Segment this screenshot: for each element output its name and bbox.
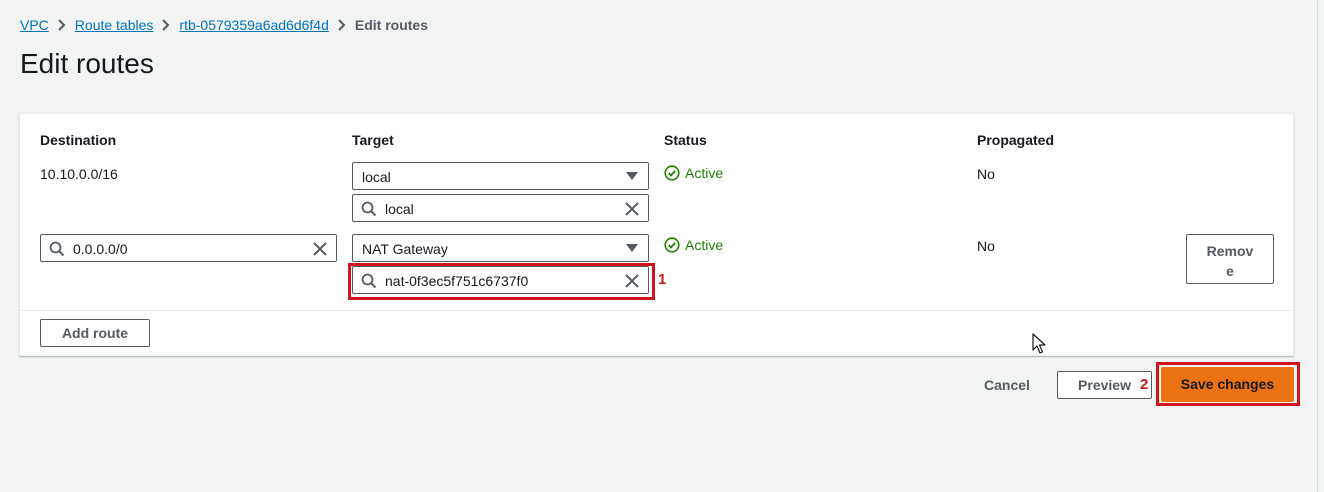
breadcrumb-route-tables-link[interactable]: Route tables bbox=[75, 17, 154, 33]
preview-button[interactable]: Preview bbox=[1057, 371, 1152, 399]
column-header-destination: Destination bbox=[40, 132, 117, 148]
divider bbox=[20, 310, 1293, 311]
search-icon bbox=[49, 241, 65, 260]
propagated-value: No bbox=[977, 238, 995, 254]
destination-value: 0.0.0.0/0 bbox=[73, 241, 128, 257]
destination-input[interactable]: 0.0.0.0/0 bbox=[40, 234, 337, 262]
cancel-button[interactable]: Cancel bbox=[984, 377, 1030, 393]
clear-icon[interactable] bbox=[312, 241, 328, 260]
check-circle-icon bbox=[664, 165, 680, 181]
chevron-right-icon bbox=[153, 16, 179, 34]
status-badge: Active bbox=[664, 165, 723, 181]
target-type-select[interactable]: NAT Gateway bbox=[352, 234, 649, 262]
target-type-value: local bbox=[362, 169, 391, 185]
check-circle-icon bbox=[664, 237, 680, 253]
annotation-marker-1: 1 bbox=[658, 271, 667, 288]
window-edge bbox=[1317, 0, 1318, 492]
chevron-right-icon bbox=[49, 16, 75, 34]
caret-down-icon bbox=[626, 172, 638, 180]
column-header-status: Status bbox=[664, 132, 707, 148]
mouse-cursor-icon bbox=[1032, 333, 1046, 360]
annotation-highlight-1 bbox=[348, 263, 655, 300]
remove-route-button[interactable]: Remove bbox=[1186, 234, 1274, 284]
add-route-button[interactable]: Add route bbox=[40, 319, 150, 347]
breadcrumb-vpc-link[interactable]: VPC bbox=[20, 17, 49, 33]
route-destination-local: 10.10.0.0/16 bbox=[40, 166, 118, 182]
routes-panel: Destination Target Status Propagated 10.… bbox=[19, 113, 1294, 356]
breadcrumb: VPC Route tables rtb-0579359a6ad6d6f4d E… bbox=[20, 16, 428, 34]
status-text: Active bbox=[685, 165, 724, 181]
breadcrumb-route-table-id-link[interactable]: rtb-0579359a6ad6d6f4d bbox=[179, 17, 328, 33]
status-badge: Active bbox=[664, 237, 723, 253]
clear-icon[interactable] bbox=[624, 201, 640, 220]
search-icon bbox=[361, 201, 377, 220]
annotation-marker-2: 2 bbox=[1140, 376, 1149, 393]
caret-down-icon bbox=[626, 244, 638, 252]
target-search-value: local bbox=[385, 201, 414, 217]
column-header-target: Target bbox=[352, 132, 394, 148]
annotation-highlight-2 bbox=[1156, 362, 1300, 406]
breadcrumb-current: Edit routes bbox=[354, 17, 428, 33]
column-header-propagated: Propagated bbox=[977, 132, 1055, 148]
target-search-input[interactable]: local bbox=[352, 194, 649, 222]
propagated-value: No bbox=[977, 166, 995, 182]
status-text: Active bbox=[685, 237, 724, 253]
page-title: Edit routes bbox=[20, 48, 154, 79]
chevron-right-icon bbox=[329, 16, 355, 34]
target-type-select[interactable]: local bbox=[352, 162, 649, 190]
target-type-value: NAT Gateway bbox=[362, 241, 448, 257]
